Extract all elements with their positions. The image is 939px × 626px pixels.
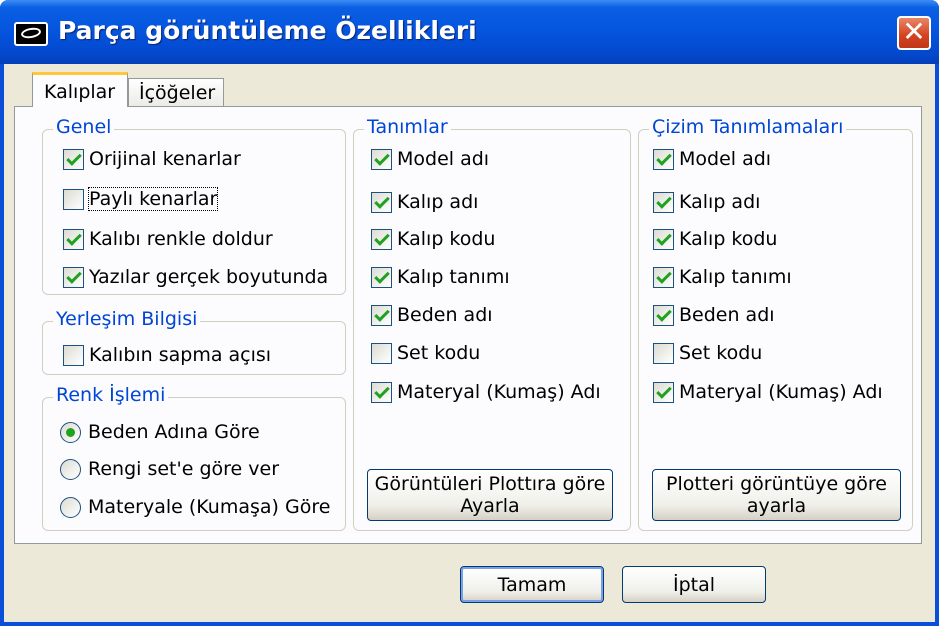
group-title: Renk İşlemi: [53, 384, 169, 406]
checkbox-label: Kalıp tanımı: [679, 266, 792, 288]
checkbox-label: Set kodu: [679, 342, 763, 364]
cancel-button[interactable]: İptal: [622, 566, 766, 603]
checkbox-box[interactable]: [371, 191, 392, 213]
checkbox-cizim-materyal-adi[interactable]: Materyal (Kumaş) Adı: [653, 380, 883, 404]
checkbox-tanimlar-kalip-adi[interactable]: Kalıp adı: [371, 190, 478, 214]
ok-button[interactable]: Tamam: [460, 566, 604, 603]
plotteri-goruntuye-gore-ayarla-button[interactable]: Plotteri görüntüye göre ayarla: [652, 469, 901, 521]
checkbox-tanimlar-beden-adi[interactable]: Beden adı: [371, 303, 493, 327]
checkbox-cizim-kalip-kodu[interactable]: Kalıp kodu: [653, 227, 777, 251]
group-title: Yerleşim Bilgisi: [53, 308, 201, 330]
radio-label: Rengi set'e göre ver: [88, 458, 280, 480]
checkbox-box[interactable]: [63, 228, 84, 250]
checkbox-cizim-set-kodu[interactable]: Set kodu: [653, 341, 762, 365]
close-button[interactable]: ✕: [897, 16, 931, 50]
checkbox-cizim-kalip-adi[interactable]: Kalıp adı: [653, 190, 760, 214]
checkbox-label: Kalıp tanımı: [397, 266, 510, 288]
group-title: Çizim Tanımlamaları: [649, 116, 847, 138]
checkbox-label: Kalıp kodu: [679, 228, 778, 250]
checkbox-label: Beden adı: [397, 304, 493, 326]
radio-rengi-sete-gore-ver[interactable]: Rengi set'e göre ver: [60, 457, 279, 481]
checkbox-cizim-beden-adi[interactable]: Beden adı: [653, 303, 775, 327]
checkbox-label: Materyal (Kumaş) Adı: [679, 381, 883, 403]
checkbox-box[interactable]: [653, 191, 674, 213]
checkbox-box[interactable]: [653, 381, 674, 403]
checkbox-box[interactable]: [371, 266, 392, 288]
checkbox-box[interactable]: [653, 228, 674, 250]
group-title: Tanımlar: [364, 116, 451, 138]
checkbox-label: Orijinal kenarlar: [89, 148, 241, 170]
radio-circle[interactable]: [60, 458, 81, 480]
checkbox-label: Kalıp kodu: [397, 228, 496, 250]
button-label-line1: Plotteri görüntüye göre: [666, 473, 887, 495]
checkbox-label: Yazılar gerçek boyutunda: [89, 266, 329, 288]
checkbox-box[interactable]: [371, 304, 392, 326]
checkbox-box[interactable]: [653, 148, 674, 170]
window-title: Parça görüntüleme Özellikleri: [58, 16, 477, 45]
checkbox-orijinal-kenarlar[interactable]: Orijinal kenarlar: [63, 147, 241, 171]
checkbox-label: Model adı: [679, 148, 772, 170]
checkbox-tanimlar-kalip-tanimi[interactable]: Kalıp tanımı: [371, 265, 510, 289]
checkbox-box[interactable]: [371, 342, 392, 364]
checkbox-label: Kalıbı renkle doldur: [89, 228, 273, 250]
checkbox-tanimlar-set-kodu[interactable]: Set kodu: [371, 341, 480, 365]
checkbox-label: Kalıp adı: [679, 191, 761, 213]
checkbox-label: Kalıp adı: [397, 191, 479, 213]
checkbox-payli-kenarlar[interactable]: Paylı kenarlar: [63, 187, 219, 211]
checkbox-yazilar-gercek-boyutunda[interactable]: Yazılar gerçek boyutunda: [63, 265, 328, 289]
checkbox-box[interactable]: [63, 188, 84, 210]
checkbox-box[interactable]: [371, 381, 392, 403]
group-title: Genel: [53, 116, 115, 138]
tab-label: Kalıplar: [44, 81, 116, 103]
plottira-gore-ayarla-button[interactable]: Görüntüleri Plottıra göre Ayarla: [367, 469, 613, 521]
tab-icogeler[interactable]: İçöğeler: [128, 78, 224, 106]
checkbox-box[interactable]: [63, 148, 84, 170]
checkbox-box[interactable]: [371, 228, 392, 250]
cancel-button-label: İptal: [672, 573, 716, 596]
button-label-line2: Ayarla: [460, 495, 520, 517]
checkbox-cizim-model-adi[interactable]: Model adı: [653, 147, 771, 171]
checkbox-box[interactable]: [63, 266, 84, 288]
checkbox-box[interactable]: [653, 342, 674, 364]
tab-kaliplar[interactable]: Kalıplar: [32, 72, 128, 107]
radio-label: Beden Adına Göre: [88, 421, 260, 443]
radio-circle[interactable]: [60, 496, 81, 518]
checkbox-label: Materyal (Kumaş) Adı: [397, 381, 601, 403]
checkbox-label: Beden adı: [679, 304, 775, 326]
checkbox-box[interactable]: [653, 266, 674, 288]
ok-button-label: Tamam: [497, 573, 567, 596]
checkbox-tanimlar-kalip-kodu[interactable]: Kalıp kodu: [371, 227, 495, 251]
tab-label: İçöğeler: [139, 82, 216, 104]
radio-circle[interactable]: [60, 421, 81, 443]
checkbox-label: Model adı: [397, 148, 490, 170]
radio-label: Materyale (Kumaşa) Göre: [88, 496, 331, 518]
app-icon: [14, 22, 48, 46]
checkbox-kalibin-sapma-acisi[interactable]: Kalıbın sapma açısı: [63, 343, 271, 367]
checkbox-box[interactable]: [371, 148, 392, 170]
button-label-line1: Görüntüleri Plottıra göre: [374, 473, 606, 495]
checkbox-box[interactable]: [63, 344, 84, 366]
tab-panel-kaliplar: Genel Orijinal kenarlar Paylı kenarlar K…: [14, 106, 922, 544]
radio-beden-adina-gore[interactable]: Beden Adına Göre: [60, 420, 260, 444]
checkbox-tanimlar-model-adi[interactable]: Model adı: [371, 147, 489, 171]
checkbox-box[interactable]: [653, 304, 674, 326]
checkbox-label: Paylı kenarlar: [87, 187, 219, 211]
checkbox-label: Set kodu: [397, 342, 481, 364]
checkbox-cizim-kalip-tanimi[interactable]: Kalıp tanımı: [653, 265, 792, 289]
checkbox-kalibi-renkle-doldur[interactable]: Kalıbı renkle doldur: [63, 227, 273, 251]
title-bar[interactable]: Parça görüntüleme Özellikleri ✕: [0, 0, 939, 64]
button-label-line2: ayarla: [746, 495, 807, 517]
checkbox-label: Kalıbın sapma açısı: [89, 344, 272, 366]
checkbox-tanimlar-materyal-adi[interactable]: Materyal (Kumaş) Adı: [371, 380, 601, 404]
radio-materyale-gore[interactable]: Materyale (Kumaşa) Göre: [60, 495, 330, 519]
